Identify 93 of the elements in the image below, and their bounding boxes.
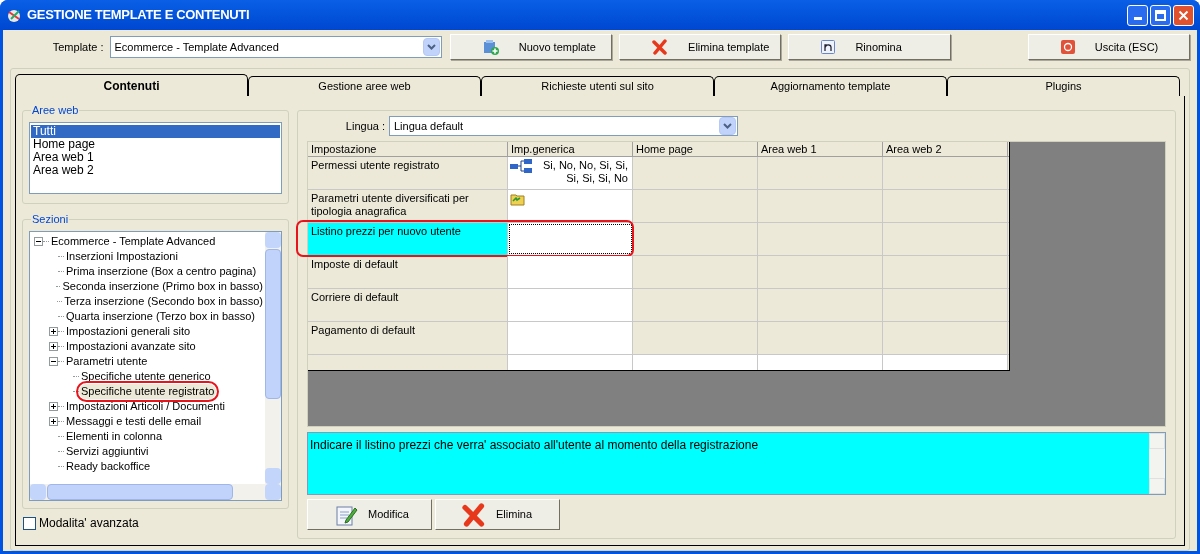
expand-icon[interactable]	[49, 342, 58, 351]
tree-item[interactable]: Seconda inserzione (Primo box in basso)	[60, 279, 265, 294]
expand-icon[interactable]	[49, 402, 58, 411]
tree-item[interactable]: Impostazioni generali sito	[64, 324, 193, 339]
table-cell[interactable]	[508, 190, 633, 222]
delete-icon	[462, 502, 486, 527]
tree-item[interactable]: Ready backoffice	[64, 459, 153, 474]
tree-item[interactable]: Inserzioni Impostazioni	[64, 249, 180, 264]
tab[interactable]: Contenuti	[15, 74, 248, 96]
column-header[interactable]: Area web 1	[758, 142, 883, 156]
chevron-down-icon	[723, 123, 732, 129]
chevron-down-icon	[426, 44, 436, 50]
delete-icon	[652, 39, 669, 55]
column-header[interactable]: Imp.generica	[508, 142, 633, 156]
toolbar-button[interactable]: Uscita (ESC)	[1027, 34, 1190, 60]
column-header[interactable]: Area web 2	[883, 142, 1008, 156]
column-header[interactable]: Home page	[633, 142, 758, 156]
table-row[interactable]: Parametri utente diversificati per tipologia anagrafica	[308, 190, 1009, 223]
dropdown-value: Ecommerce - Template Advanced	[114, 39, 280, 55]
tree-item[interactable]: Specifiche utente generico	[79, 369, 213, 384]
tab[interactable]: Aggiornamento template	[714, 76, 947, 96]
template-dropdown[interactable]: Ecommerce - Template Advanced	[109, 36, 442, 58]
tree-item[interactable]: Prima inserzione (Box a centro pagina)	[64, 264, 259, 279]
power-icon	[1060, 40, 1075, 54]
list-item[interactable]: Home page	[31, 138, 280, 151]
description-text: Indicare il listino prezzi che verra' associato all'utente al momento della registrazione	[309, 437, 760, 454]
collapse-icon[interactable]	[34, 237, 43, 246]
list-item[interactable]: Area web 2	[31, 164, 280, 177]
table-cell[interactable]	[508, 256, 633, 288]
app-icon	[6, 7, 22, 23]
checkbox-label: Modalita' avanzata	[39, 515, 139, 532]
toolbar-button[interactable]: Rinomina	[788, 34, 951, 60]
close-button[interactable]	[1173, 4, 1194, 26]
minimize-button[interactable]	[1127, 4, 1148, 26]
tab[interactable]: Richieste utenti sul sito	[481, 76, 714, 96]
table-row[interactable]: Permessi utente registrato Si, No, No, Si, Si, Si, Si, Si, No	[308, 157, 1009, 190]
checkbox[interactable]	[23, 516, 36, 530]
tab[interactable]: Plugins	[947, 76, 1180, 96]
close-icon	[1178, 9, 1189, 21]
tree-item[interactable]: Quarta inserzione (Terzo box in basso)	[64, 309, 257, 324]
template-label: Template :	[51, 39, 105, 55]
table-cell[interactable]	[508, 289, 633, 321]
dropdown-value: Lingua default	[394, 118, 465, 134]
column-header[interactable]: Impostazione	[308, 142, 508, 156]
tree-item[interactable]: Messaggi e testi delle email	[64, 414, 204, 429]
dropdown-button[interactable]	[422, 38, 440, 56]
tree-item[interactable]: Impostazioni Articoli / Documenti	[64, 399, 227, 414]
collapse-icon[interactable]	[49, 357, 58, 366]
table-cell[interactable]	[883, 355, 1008, 370]
table-cell[interactable]: Si, No, No, Si, Si, Si, Si, Si, No	[508, 157, 633, 189]
tree-item[interactable]: Impostazioni avanzate sito	[64, 339, 198, 354]
table-row[interactable]: Corriere di default	[308, 289, 1009, 322]
expand-icon[interactable]	[49, 327, 58, 336]
table-cell[interactable]	[758, 355, 883, 370]
vertical-scrollbar[interactable]	[1149, 433, 1165, 494]
toolbar-button[interactable]: Nuovo template	[449, 34, 613, 60]
cell-value: Si, No, No, Si, Si, Si, Si, Si, No	[542, 159, 629, 185]
table-row[interactable]: Pagamento di default	[308, 322, 1009, 355]
expand-icon[interactable]	[49, 417, 58, 426]
language-dropdown[interactable]: Lingua default	[389, 116, 738, 136]
folder-icon	[510, 192, 525, 206]
tree-item[interactable]: Parametri utente	[64, 354, 150, 369]
tree-item[interactable]: Ecommerce - Template Advanced	[49, 234, 218, 249]
action-button[interactable]: Elimina	[435, 499, 560, 530]
tree-item[interactable]: Terza inserzione (Secondo box in basso)	[62, 294, 265, 309]
action-button[interactable]: Modifica	[307, 499, 432, 530]
list-item[interactable]: Tutti	[31, 125, 280, 138]
table-row[interactable]: Listino prezzi per nuovo utente	[308, 223, 1009, 256]
table-cell: Listino prezzi per nuovo utente	[308, 223, 508, 255]
maximize-button[interactable]	[1150, 4, 1171, 26]
vertical-scrollbar[interactable]	[265, 232, 281, 484]
language-label: Lingua :	[344, 118, 386, 134]
minimize-icon	[1133, 16, 1142, 20]
letter-n-icon	[821, 40, 836, 54]
maximize-icon	[1155, 9, 1166, 21]
list-item[interactable]: Area web 1	[31, 151, 280, 164]
tree-item[interactable]: Specifiche utente registrato	[79, 384, 217, 399]
horizontal-scrollbar[interactable]	[30, 484, 281, 500]
table-cell[interactable]	[633, 355, 758, 370]
tree-item[interactable]: Elementi in colonna	[64, 429, 164, 444]
hierarchy-icon	[510, 159, 532, 173]
group-title: Sezioni	[31, 212, 70, 226]
table-cell[interactable]	[508, 223, 633, 255]
dropdown-button[interactable]	[719, 117, 736, 135]
package-plus-icon	[482, 39, 499, 55]
table-row[interactable]: Imposte di default	[308, 256, 1009, 289]
tree-item[interactable]: Servizi aggiuntivi	[64, 444, 151, 459]
toolbar-button[interactable]: Elimina template	[619, 34, 782, 60]
table-cell[interactable]	[508, 322, 633, 354]
tab[interactable]: Gestione aree web	[248, 76, 481, 96]
group-title: Aree web	[31, 103, 80, 117]
table-cell[interactable]	[508, 355, 633, 370]
window-title: GESTIONE TEMPLATE E CONTENUTI	[27, 6, 250, 25]
